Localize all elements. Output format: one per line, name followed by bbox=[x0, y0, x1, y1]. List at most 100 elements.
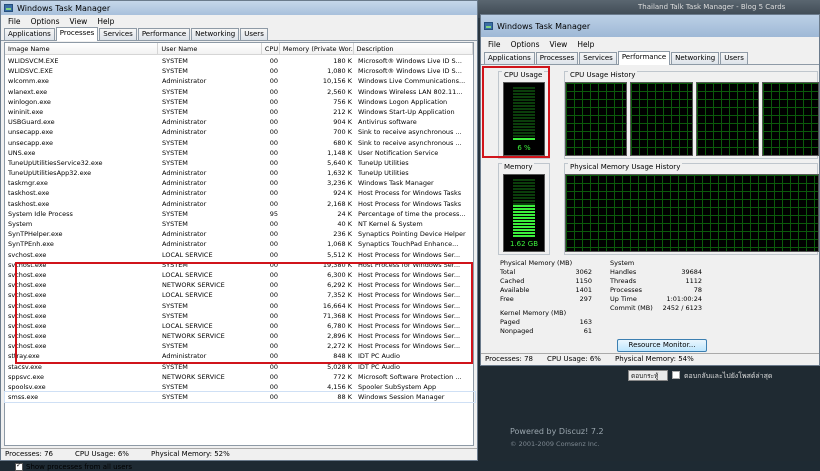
cell-cpu: 00 bbox=[269, 372, 278, 381]
cell-memory: 680 K bbox=[333, 138, 352, 147]
stat-label: Paged bbox=[500, 318, 520, 326]
cell-cpu: 00 bbox=[269, 67, 278, 76]
stat-row: Paged 163 bbox=[500, 318, 592, 327]
status-memory: Physical Memory: 54% bbox=[614, 355, 694, 363]
cell-user-name: SYSTEM bbox=[162, 87, 188, 96]
reply-button[interactable]: ตอบกระทู้ bbox=[628, 370, 668, 381]
table-row[interactable]: TuneUpUtilitiesApp32.exe Administrator 00 1… bbox=[5, 168, 475, 178]
table-row[interactable]: taskhost.exe Administrator 00 2,168 K Host P… bbox=[5, 199, 475, 209]
cell-memory: 10,156 K bbox=[322, 77, 352, 86]
cell-image-name: WLIDSVC.EXE bbox=[8, 67, 53, 76]
tab-networking[interactable]: Networking bbox=[671, 52, 720, 64]
table-row[interactable]: WLIDSVCM.EXE SYSTEM 00 180 K Microsoft® Wind… bbox=[5, 56, 475, 66]
cell-image-name: smss.exe bbox=[8, 393, 39, 402]
cell-memory: 5,640 K bbox=[327, 158, 352, 167]
table-row[interactable]: USBGuard.exe Administrator 00 904 K Antiviru… bbox=[5, 117, 475, 127]
status-bar: Processes: 76 CPU Usage: 6% Physical Mem… bbox=[1, 448, 477, 460]
tab-applications[interactable]: Applications bbox=[484, 52, 535, 64]
column-user-name[interactable]: User Name bbox=[158, 43, 262, 54]
stat-label: Up Time bbox=[610, 295, 637, 303]
tab-users[interactable]: Users bbox=[240, 28, 268, 40]
window-titlebar[interactable]: Windows Task Manager bbox=[1, 1, 477, 15]
table-row[interactable]: WLIDSVC.EXE SYSTEM 00 1,080 K Microsoft® Win… bbox=[5, 66, 475, 76]
cell-user-name: SYSTEM bbox=[162, 97, 188, 106]
cell-cpu: 00 bbox=[269, 128, 278, 137]
physical-memory-stats: Physical Memory (MB) Total 3062 Cached 115… bbox=[500, 259, 592, 304]
stat-row: Handles 39684 bbox=[610, 268, 702, 277]
tab-services[interactable]: Services bbox=[99, 28, 137, 40]
cell-cpu: 00 bbox=[269, 393, 278, 402]
stat-label: Threads bbox=[610, 277, 637, 285]
table-row[interactable]: winlogon.exe SYSTEM 00 756 K Windows Logon A… bbox=[5, 97, 475, 107]
tab-performance[interactable]: Performance bbox=[617, 51, 671, 65]
table-row[interactable]: wininit.exe SYSTEM 00 212 K Windows Start-Up… bbox=[5, 107, 475, 117]
tab-processes[interactable]: Processes bbox=[55, 27, 99, 41]
stat-value: 61 bbox=[583, 327, 592, 335]
window-titlebar[interactable]: Windows Task Manager bbox=[481, 15, 819, 37]
menu-file[interactable]: File bbox=[483, 40, 506, 49]
tab-applications[interactable]: Applications bbox=[4, 28, 55, 40]
stat-value: 1112 bbox=[685, 277, 702, 285]
column-image-name[interactable]: Image Name bbox=[5, 43, 159, 54]
table-row[interactable]: wlcomm.exe Administrator 00 10,156 K Windows… bbox=[5, 76, 475, 86]
table-row[interactable]: UNS.exe SYSTEM 00 1,148 K User Notification … bbox=[5, 148, 475, 158]
memory-group: Memory 1.62 GB bbox=[498, 163, 550, 255]
table-row[interactable]: unsecapp.exe Administrator 00 700 K Sink to … bbox=[5, 127, 475, 137]
window-title: Windows Task Manager bbox=[17, 3, 111, 13]
cell-image-name: unsecapp.exe bbox=[8, 128, 54, 137]
table-row[interactable]: unsecapp.exe SYSTEM 00 680 K Sink to receive… bbox=[5, 138, 475, 148]
tab-services[interactable]: Services bbox=[579, 52, 617, 64]
table-row[interactable]: taskhost.exe Administrator 00 924 K Host Pro… bbox=[5, 188, 475, 198]
status-bar: Processes: 78 CPU Usage: 6% Physical Mem… bbox=[481, 353, 819, 365]
cell-description: Antivirus software bbox=[358, 118, 417, 127]
table-row[interactable]: smss.exe SYSTEM 00 88 K Windows Session Mana… bbox=[4, 391, 476, 404]
menu-options[interactable]: Options bbox=[26, 17, 65, 26]
show-all-checkbox[interactable] bbox=[15, 461, 23, 471]
cell-description: User Notification Service bbox=[358, 148, 439, 157]
menu-file[interactable]: File bbox=[3, 17, 26, 26]
menu-help[interactable]: Help bbox=[572, 40, 599, 49]
cell-description: Synaptics Pointing Device Helper bbox=[358, 230, 466, 239]
table-row[interactable]: spoolsv.exe SYSTEM 00 4,156 K Spooler SubSys… bbox=[5, 382, 475, 392]
table-row[interactable]: System SYSTEM 00 40 K NT Kernel & System bbox=[5, 219, 475, 229]
resource-monitor-button[interactable]: Resource Monitor... bbox=[617, 339, 707, 352]
menu-bar: File Options View Help bbox=[481, 37, 819, 51]
stat-label: Total bbox=[500, 268, 516, 276]
stat-row: Threads 1112 bbox=[610, 277, 702, 286]
cell-cpu: 00 bbox=[269, 240, 278, 249]
table-row[interactable]: wlanext.exe SYSTEM 00 2,560 K Windows Wirele… bbox=[5, 87, 475, 97]
table-row[interactable]: System Idle Process SYSTEM 95 24 K Percentag… bbox=[5, 209, 475, 219]
tab-networking[interactable]: Networking bbox=[191, 28, 240, 40]
table-row[interactable]: SynTPHelper.exe Administrator 00 236 K Synap… bbox=[5, 229, 475, 239]
status-cpu: CPU Usage: 6% bbox=[547, 355, 601, 363]
column-cpu[interactable]: CPU bbox=[262, 43, 280, 54]
menu-help[interactable]: Help bbox=[92, 17, 119, 26]
table-row[interactable]: sppsvc.exe NETWORK SERVICE 00 772 K Microsof… bbox=[5, 372, 475, 382]
cell-image-name: SynTPEnh.exe bbox=[8, 240, 54, 249]
stat-label: Free bbox=[500, 295, 514, 303]
task-manager-icon bbox=[484, 22, 493, 30]
column-description[interactable]: Description bbox=[354, 43, 473, 54]
cell-memory: 40 K bbox=[337, 220, 352, 228]
table-row[interactable]: taskmgr.exe Administrator 00 3,236 K Windows… bbox=[5, 178, 475, 188]
column-memory[interactable]: Memory (Private Wor... bbox=[280, 43, 354, 54]
table-row[interactable]: svchost.exe LOCAL SERVICE 00 5,512 K Host Pr… bbox=[5, 250, 475, 260]
stat-label: Processes bbox=[610, 286, 643, 294]
task-manager-processes-window: Windows Task Manager File Options View H… bbox=[0, 0, 478, 471]
cell-user-name: SYSTEM bbox=[162, 393, 188, 402]
tab-performance[interactable]: Performance bbox=[137, 28, 191, 40]
reply-checkbox[interactable] bbox=[672, 371, 680, 379]
cell-memory: 180 K bbox=[333, 57, 352, 65]
cell-memory: 1,080 K bbox=[327, 67, 352, 76]
cell-user-name: SYSTEM bbox=[162, 383, 188, 391]
tab-processes[interactable]: Processes bbox=[535, 52, 579, 64]
menu-options[interactable]: Options bbox=[506, 40, 545, 49]
table-row[interactable]: SynTPEnh.exe Administrator 00 1,068 K Synapt… bbox=[5, 239, 475, 249]
menu-view[interactable]: View bbox=[65, 17, 93, 26]
show-all-processes[interactable]: Show processes from all users bbox=[15, 461, 132, 471]
table-row[interactable]: TuneUpUtilitiesService32.exe SYSTEM 00 5,64… bbox=[5, 158, 475, 168]
cell-description: Windows Logon Application bbox=[358, 97, 448, 106]
tab-users[interactable]: Users bbox=[720, 52, 748, 64]
stat-label: Cached bbox=[500, 277, 525, 285]
menu-view[interactable]: View bbox=[545, 40, 573, 49]
